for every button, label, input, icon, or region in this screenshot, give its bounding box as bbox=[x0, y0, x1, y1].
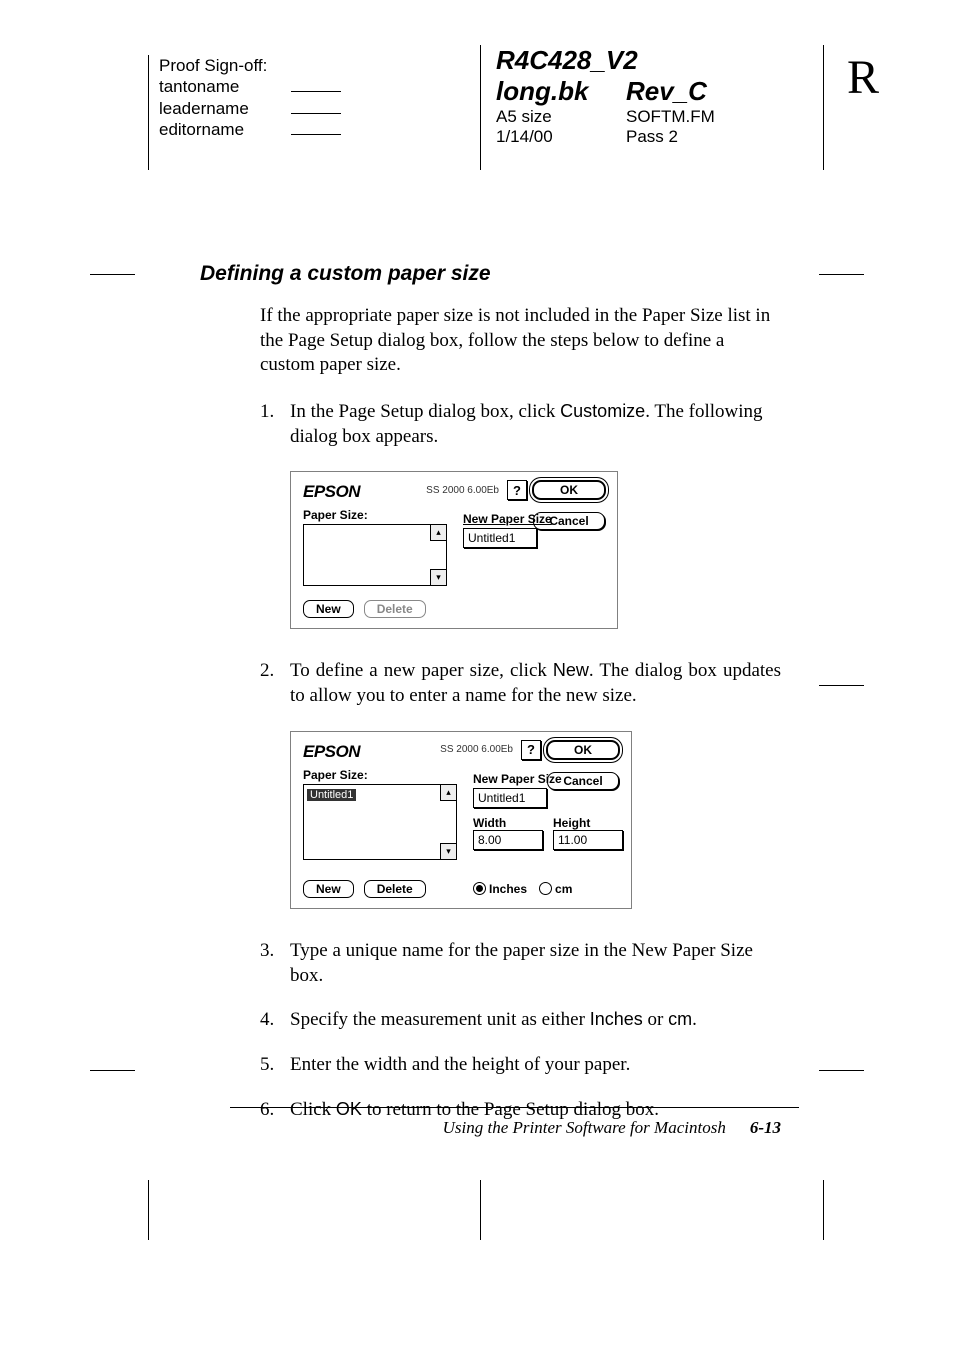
signoff-blank bbox=[291, 91, 341, 92]
doc-date: 1/14/00 bbox=[496, 127, 626, 147]
page-letter: R bbox=[847, 50, 879, 105]
section-heading: Defining a custom paper size bbox=[200, 262, 781, 286]
signoff-line: editorname bbox=[159, 119, 479, 140]
doc-file: long.bk bbox=[496, 76, 626, 107]
text: Specify the measurement unit as either bbox=[290, 1009, 590, 1030]
new-paper-size-field[interactable]: Untitled1 bbox=[463, 528, 537, 548]
paper-size-listbox[interactable]: ▴ ▾ bbox=[303, 524, 447, 586]
new-paper-size-label: New Paper Size bbox=[473, 772, 623, 786]
width-label: Width bbox=[473, 816, 543, 830]
proof-signoff-block: Proof Sign-off: tantoname leadername edi… bbox=[148, 55, 479, 170]
signoff-heading: Proof Sign-off: bbox=[159, 55, 479, 76]
delete-button[interactable]: Delete bbox=[364, 880, 426, 898]
doc-softfm: SOFTM.FM bbox=[626, 107, 746, 127]
text: Click bbox=[290, 1099, 336, 1120]
crop-tick bbox=[819, 274, 864, 275]
text: To define a new paper size, click bbox=[290, 660, 553, 681]
footer-title: Using the Printer Software for Macintosh bbox=[443, 1118, 726, 1138]
step-number: 3. bbox=[260, 939, 290, 988]
ui-term: New bbox=[553, 660, 589, 680]
crop-tick bbox=[148, 1180, 149, 1240]
signoff-line: tantoname bbox=[159, 76, 479, 97]
text: . bbox=[692, 1009, 697, 1030]
step-text: Specify the measurement unit as either I… bbox=[290, 1008, 697, 1033]
customize-dialog-2: EPSON SS 2000 6.00Eb ? OK Cancel Paper S… bbox=[290, 731, 632, 909]
paper-size-label: Paper Size: bbox=[303, 768, 457, 782]
doc-info-block: R4C428_V2 long.bk Rev_C A5 size SOFTM.FM… bbox=[480, 45, 746, 170]
scroll-up-button[interactable]: ▴ bbox=[440, 784, 457, 801]
step-text: Enter the width and the height of your p… bbox=[290, 1053, 630, 1078]
scroll-down-button[interactable]: ▾ bbox=[430, 569, 447, 586]
crop-tick bbox=[819, 685, 864, 686]
paper-size-listbox[interactable]: Untitled1 ▴ ▾ bbox=[303, 784, 457, 860]
width-field[interactable]: 8.00 bbox=[473, 830, 543, 850]
version-text: SS 2000 6.00Eb bbox=[440, 744, 513, 755]
new-button[interactable]: New bbox=[303, 880, 354, 898]
content-column: Defining a custom paper size If the appr… bbox=[230, 262, 781, 1122]
signoff-name: tantoname bbox=[159, 76, 279, 97]
new-button[interactable]: New bbox=[303, 600, 354, 618]
step-text: In the Page Setup dialog box, click Cust… bbox=[290, 400, 781, 449]
footer-rule bbox=[230, 1107, 799, 1108]
version-text: SS 2000 6.00Eb bbox=[426, 485, 499, 496]
step-number: 4. bbox=[260, 1008, 290, 1033]
doc-pass: Pass 2 bbox=[626, 127, 746, 147]
crop-tick bbox=[819, 1070, 864, 1071]
text: to return to the Page Setup dialog box. bbox=[362, 1099, 659, 1120]
customize-dialog-1: EPSON SS 2000 6.00Eb ? OK Cancel Paper S… bbox=[290, 471, 618, 629]
signoff-line: leadername bbox=[159, 98, 479, 119]
step-number: 1. bbox=[260, 400, 290, 449]
step-1: 1. In the Page Setup dialog box, click C… bbox=[260, 400, 781, 449]
new-paper-size-label: New Paper Size bbox=[463, 512, 552, 526]
ui-term: cm bbox=[668, 1009, 692, 1029]
step-number: 2. bbox=[260, 659, 290, 708]
ui-term: Customize bbox=[560, 401, 645, 421]
divider bbox=[823, 45, 824, 170]
help-button[interactable]: ? bbox=[507, 480, 527, 500]
step-4: 4. Specify the measurement unit as eithe… bbox=[260, 1008, 781, 1033]
listbox-item-selected[interactable]: Untitled1 bbox=[307, 789, 356, 801]
scroll-down-button[interactable]: ▾ bbox=[440, 843, 457, 860]
text: In the Page Setup dialog box, click bbox=[290, 401, 560, 422]
signoff-blank bbox=[291, 113, 341, 114]
radio-label: Inches bbox=[489, 882, 527, 896]
signoff-name: editorname bbox=[159, 119, 279, 140]
radio-cm[interactable]: cm bbox=[539, 882, 572, 896]
doc-code: R4C428_V2 bbox=[496, 45, 626, 76]
ok-button[interactable]: OK bbox=[547, 741, 619, 759]
page-number: 6-13 bbox=[750, 1118, 781, 1138]
crop-tick bbox=[90, 1070, 135, 1071]
doc-size: A5 size bbox=[496, 107, 626, 127]
crop-tick bbox=[90, 274, 135, 275]
doc-rev: Rev_C bbox=[626, 76, 746, 107]
paper-size-label: Paper Size: bbox=[303, 508, 447, 522]
radio-dot-icon bbox=[473, 882, 486, 895]
radio-inches[interactable]: Inches bbox=[473, 882, 527, 896]
crop-tick bbox=[480, 1180, 481, 1240]
ok-button[interactable]: OK bbox=[533, 481, 605, 499]
delete-button[interactable]: Delete bbox=[364, 600, 426, 618]
ui-term: Inches bbox=[590, 1009, 643, 1029]
step-text: To define a new paper size, click New. T… bbox=[290, 659, 781, 708]
step-2: 2. To define a new paper size, click New… bbox=[260, 659, 781, 708]
step-number: 5. bbox=[260, 1053, 290, 1078]
step-5: 5. Enter the width and the height of you… bbox=[260, 1053, 781, 1078]
crop-tick bbox=[823, 1180, 824, 1240]
ui-term: OK bbox=[336, 1099, 362, 1119]
new-paper-size-field[interactable]: Untitled1 bbox=[473, 788, 547, 808]
text: or bbox=[643, 1009, 668, 1030]
radio-dot-icon bbox=[539, 882, 552, 895]
signoff-blank bbox=[291, 134, 341, 135]
height-label: Height bbox=[553, 816, 623, 830]
height-field[interactable]: 11.00 bbox=[553, 830, 623, 850]
step-text: Type a unique name for the paper size in… bbox=[290, 939, 781, 988]
scroll-up-button[interactable]: ▴ bbox=[430, 524, 447, 541]
intro-paragraph: If the appropriate paper size is not inc… bbox=[260, 304, 781, 378]
step-3: 3. Type a unique name for the paper size… bbox=[260, 939, 781, 988]
help-button[interactable]: ? bbox=[521, 740, 541, 760]
footer: Using the Printer Software for Macintosh… bbox=[230, 1118, 781, 1138]
signoff-name: leadername bbox=[159, 98, 279, 119]
radio-label: cm bbox=[555, 882, 572, 896]
